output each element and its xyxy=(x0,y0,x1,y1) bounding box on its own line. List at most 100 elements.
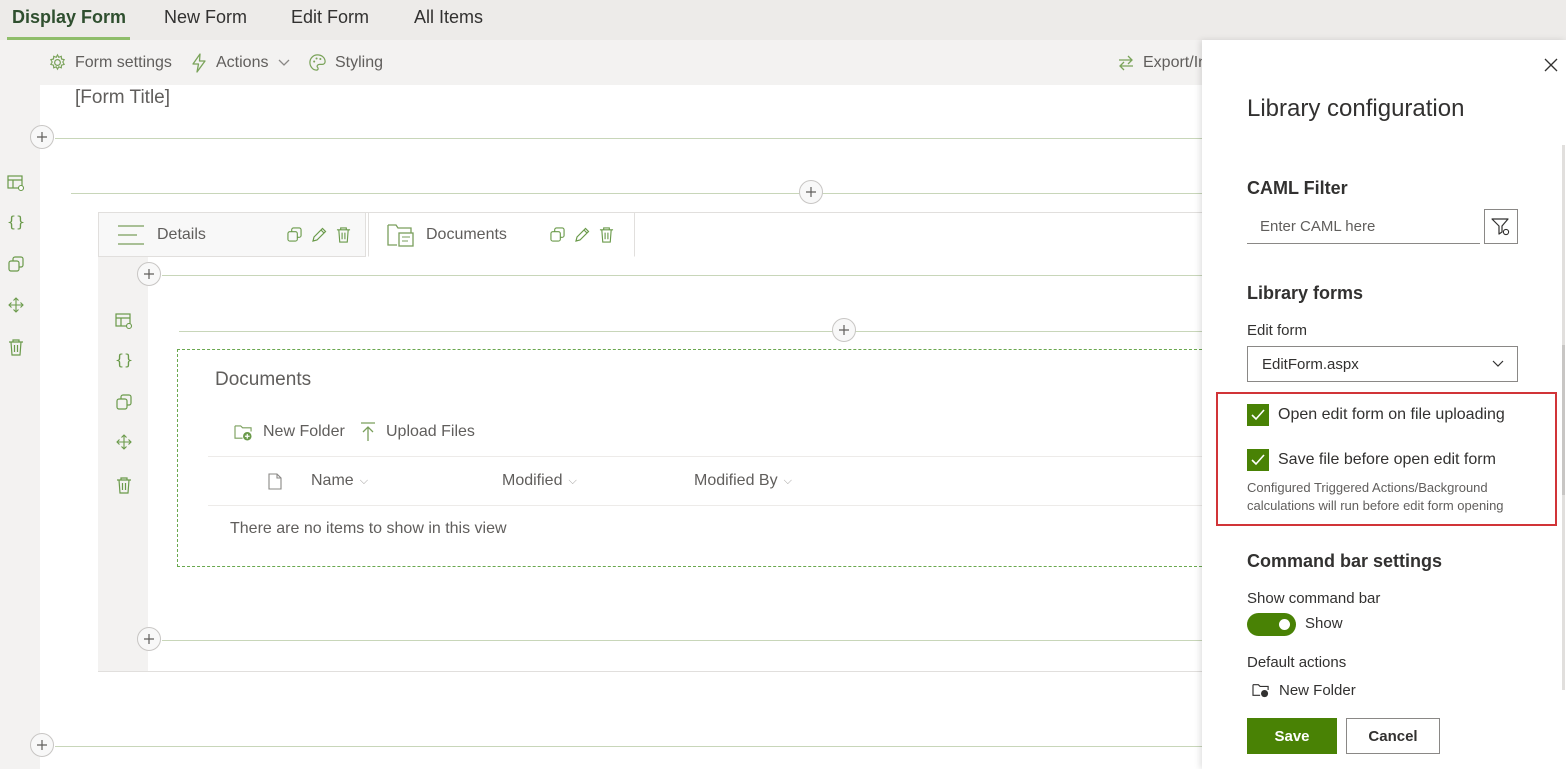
copy-icon[interactable] xyxy=(550,227,565,242)
styling-label: Styling xyxy=(335,53,384,71)
lines-icon xyxy=(118,224,144,245)
edit-form-select[interactable]: EditForm.aspx xyxy=(1247,346,1518,382)
tab-display-form[interactable]: Display Form xyxy=(6,0,131,40)
show-command-bar-label: Show command bar xyxy=(1247,590,1381,607)
pencil-icon[interactable] xyxy=(574,227,590,243)
lightning-icon xyxy=(192,52,206,73)
checkmark-icon xyxy=(1251,409,1265,421)
open-edit-form-label[interactable]: Open edit form on file uploading xyxy=(1278,406,1505,424)
pencil-icon[interactable] xyxy=(311,227,327,243)
save-file-note: Configured Triggered Actions/Background … xyxy=(1247,480,1504,513)
toggle-knob xyxy=(1279,619,1290,630)
new-folder-icon xyxy=(234,424,252,441)
divider xyxy=(208,456,1203,457)
default-actions-label: Default actions xyxy=(1247,654,1347,671)
tab-new-form[interactable]: New Form xyxy=(164,0,247,40)
save-button[interactable]: Save xyxy=(1247,718,1337,754)
folder-documents-icon xyxy=(387,223,414,247)
palette-icon xyxy=(309,54,326,71)
form-title[interactable]: [Form Title] xyxy=(75,87,170,109)
document-icon xyxy=(268,472,282,490)
edit-form-label: Edit form xyxy=(1247,322,1308,339)
add-row-button[interactable] xyxy=(137,262,161,286)
copy-icon[interactable] xyxy=(6,254,26,274)
move-icon[interactable] xyxy=(6,295,26,315)
default-action-label: New Folder xyxy=(1279,682,1356,698)
edit-form-value: EditForm.aspx xyxy=(1262,355,1359,373)
grid-settings-icon[interactable] xyxy=(114,311,134,331)
chevron-down-icon: ⌵ xyxy=(568,474,577,487)
trash-icon[interactable] xyxy=(599,226,614,243)
column-header-modified-by-label: Modified By xyxy=(694,472,778,489)
cancel-button[interactable]: Cancel xyxy=(1346,718,1440,754)
styling-button[interactable]: Styling xyxy=(308,40,383,85)
save-file-checkbox[interactable] xyxy=(1247,449,1269,471)
tab-documents-label: Documents xyxy=(426,225,507,243)
plus-icon xyxy=(806,187,816,197)
tab-details[interactable]: Details xyxy=(98,212,366,257)
plus-icon xyxy=(839,325,849,335)
plus-icon xyxy=(37,740,47,750)
form-settings-label: Form settings xyxy=(75,53,172,71)
export-import-button[interactable]: Export/In xyxy=(1117,40,1207,85)
column-header-name[interactable]: Name ⌵ xyxy=(311,470,368,492)
copy-icon[interactable] xyxy=(287,227,302,242)
actions-dropdown[interactable]: Actions xyxy=(190,40,290,85)
command-bar-heading: Command bar settings xyxy=(1247,551,1443,571)
new-folder-icon xyxy=(1252,684,1269,698)
close-panel-button[interactable] xyxy=(1540,54,1562,76)
gear-icon xyxy=(49,53,66,71)
form-settings-button[interactable]: Form settings xyxy=(48,40,172,85)
upload-files-button[interactable]: Upload Files xyxy=(360,420,475,444)
close-icon xyxy=(1544,58,1558,72)
divider xyxy=(71,193,1203,194)
column-header-modified-label: Modified xyxy=(502,472,563,489)
column-header-modified[interactable]: Modified ⌵ xyxy=(502,470,577,492)
code-braces-icon[interactable]: {} xyxy=(114,350,134,370)
copy-icon[interactable] xyxy=(114,392,134,412)
caml-filter-heading: CAML Filter xyxy=(1247,178,1348,198)
tab-all-items[interactable]: All Items xyxy=(414,0,483,40)
library-title: Documents xyxy=(215,369,312,390)
new-folder-button[interactable]: New Folder xyxy=(234,420,345,444)
code-braces-icon[interactable]: {} xyxy=(6,212,26,232)
top-tab-bar: Display Form New Form Edit Form All Item… xyxy=(0,0,1566,40)
default-action-new-folder[interactable]: New Folder xyxy=(1252,682,1356,698)
divider xyxy=(55,138,1203,139)
file-type-column-header[interactable] xyxy=(268,470,282,492)
panel-title: Library configuration xyxy=(1247,95,1465,122)
chevron-down-icon xyxy=(1492,360,1504,367)
trash-icon[interactable] xyxy=(114,475,134,495)
divider xyxy=(162,275,1203,276)
plus-icon xyxy=(144,634,154,644)
tab-edit-form[interactable]: Edit Form xyxy=(291,0,369,40)
swap-arrows-icon xyxy=(1119,55,1133,70)
plus-icon xyxy=(37,132,47,142)
move-icon[interactable] xyxy=(114,432,134,452)
caml-filter-builder-button[interactable] xyxy=(1484,209,1518,244)
add-row-button[interactable] xyxy=(799,180,823,204)
column-header-modified-by[interactable]: Modified By ⌵ xyxy=(694,470,792,492)
divider xyxy=(55,746,1203,747)
trash-icon[interactable] xyxy=(6,337,26,357)
add-row-button[interactable] xyxy=(30,733,54,757)
caml-input[interactable] xyxy=(1247,210,1480,244)
add-row-button[interactable] xyxy=(30,125,54,149)
add-row-button[interactable] xyxy=(832,318,856,342)
show-command-bar-toggle[interactable] xyxy=(1247,613,1296,636)
filter-settings-icon xyxy=(1491,217,1510,235)
chevron-down-icon xyxy=(279,59,290,66)
column-header-name-label: Name xyxy=(311,472,354,489)
divider xyxy=(162,640,1203,641)
trash-icon[interactable] xyxy=(336,226,351,243)
tab-documents[interactable]: Documents xyxy=(368,212,635,257)
panel-scrollbar[interactable] xyxy=(1562,145,1565,690)
grid-settings-icon[interactable] xyxy=(6,173,26,193)
scrollbar-thumb[interactable] xyxy=(1562,345,1565,495)
upload-icon xyxy=(361,422,375,441)
actions-label: Actions xyxy=(216,53,269,71)
add-row-button[interactable] xyxy=(137,627,161,651)
save-file-label[interactable]: Save file before open edit form xyxy=(1278,451,1496,469)
chevron-down-icon: ⌵ xyxy=(359,474,369,487)
open-edit-form-checkbox[interactable] xyxy=(1247,404,1269,426)
